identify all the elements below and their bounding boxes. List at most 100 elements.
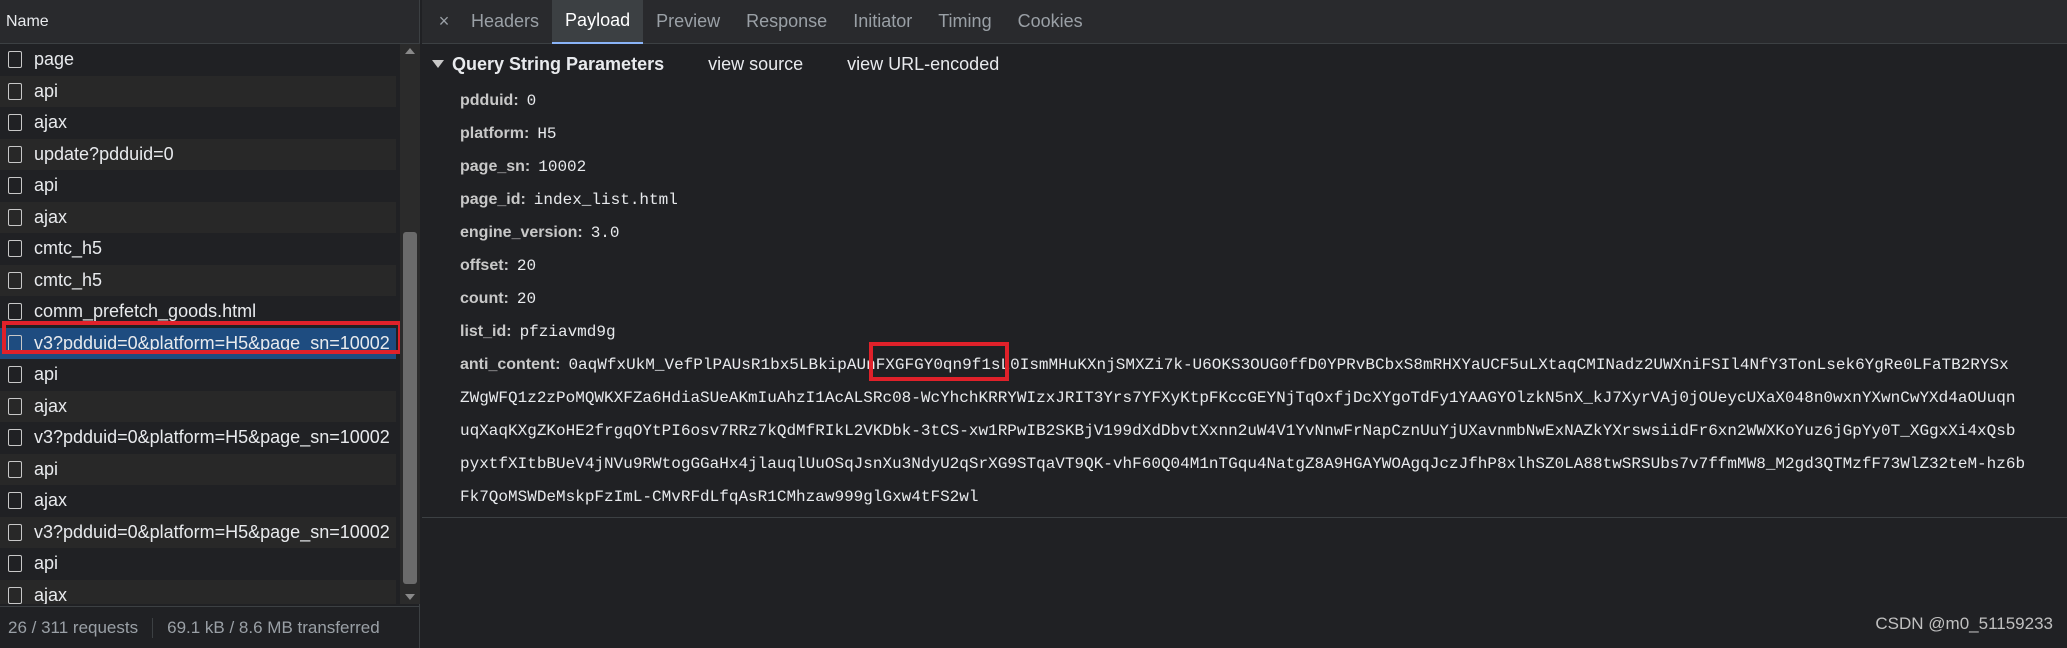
param-key: platform [460,124,524,142]
request-row[interactable]: v3?pdduid=0&platform=H5&page_sn=10002 [0,422,396,454]
param-row: engine_version:3.0 [460,216,2067,249]
request-name: cmtc_h5 [34,238,103,259]
request-name: api [34,80,59,101]
request-row[interactable]: api [0,359,396,391]
request-row[interactable]: page [0,44,396,76]
param-value[interactable]: 3.0 [591,224,620,242]
request-row[interactable]: api [0,75,396,107]
param-value-continuation[interactable]: pyxtfXItbBUeV4jNVu9RWtogGGaHx4jlauqlUuOS… [422,447,2067,480]
param-value-continuation[interactable]: uqXaqKXgZKoHE2frgqOYtPI6osv7RRz7kQdMfRIk… [422,414,2067,447]
param-row: page_id: index_list.html [460,183,2067,216]
view-url-encoded-link[interactable]: view URL-encoded [847,54,999,75]
tab-response[interactable]: Response [733,0,840,44]
param-value[interactable]: 0 [527,92,537,110]
param-row: count:20 [460,282,2067,315]
request-list-panel: Name page api ajax update?pdduid=0 api ajax cm… [0,0,420,648]
request-row[interactable]: cmtc_h5 [0,264,396,296]
request-name: cmtc_h5 [34,269,103,290]
view-source-link[interactable]: view source [708,54,803,75]
tab-initiator[interactable]: Initiator [840,0,925,44]
request-name: api [34,458,59,479]
request-type-icon [8,334,22,352]
query-string-section-header[interactable]: Query String Parameters view source view… [422,44,2067,84]
request-row[interactable]: update?pdduid=0 [0,138,396,170]
param-separator: : [524,124,530,142]
request-row[interactable]: api [0,453,396,485]
request-name: ajax [34,490,68,511]
scroll-down-arrow-icon[interactable] [405,594,415,600]
request-row[interactable]: ajax [0,485,396,517]
request-type-icon [8,51,22,69]
param-key: page_sn [460,157,525,175]
request-row[interactable]: ajax [0,579,396,604]
detail-tabs: × Headers Payload Preview Response Initiator… [422,0,2067,44]
param-value[interactable]: H5 [537,125,556,143]
request-row[interactable]: v3?pdduid=0&platform=H5&page_sn=10002 [0,516,396,548]
request-row[interactable]: ajax [0,107,396,139]
param-key: list_id [460,322,507,340]
request-row[interactable]: api [0,170,396,202]
tab-preview[interactable]: Preview [643,0,733,44]
param-value[interactable]: 0aqWfxUkM_VefPlPAUsR1bx5LBkipAUnFXGFGY0q… [568,356,2008,374]
params-divider [422,517,2067,518]
request-row[interactable]: v3?pdduid=0&platform=H5&page_sn=10002 [0,327,396,359]
request-type-icon [8,397,22,415]
scroll-thumb[interactable] [403,232,417,584]
param-separator: : [555,355,561,373]
request-type-icon [8,208,22,226]
request-name: api [34,364,59,385]
request-name: v3?pdduid=0&platform=H5&page_sn=10002 [34,332,390,353]
param-row: list_id: pfziavmd9g [460,315,2067,348]
close-icon[interactable]: × [430,11,458,32]
param-value[interactable]: 20 [517,290,536,308]
param-value[interactable]: 10002 [538,158,586,176]
request-type-icon [8,586,22,604]
request-row[interactable]: ajax [0,201,396,233]
name-column-header[interactable]: Name [0,0,419,44]
request-row[interactable]: ajax [0,390,396,422]
expand-triangle-icon[interactable] [432,60,444,68]
request-row[interactable]: cmtc_h5 [0,233,396,265]
param-key: engine_version [460,223,578,241]
request-name: api [34,175,59,196]
request-row[interactable]: api [0,548,396,580]
request-type-icon [8,366,22,384]
request-detail-panel: × Headers Payload Preview Response Initiator… [422,0,2067,648]
param-separator: : [503,289,509,307]
param-separator: : [524,157,531,175]
param-key: count [460,289,504,307]
tab-payload[interactable]: Payload [552,0,644,44]
watermark: CSDN @m0_51159233 [1875,614,2053,633]
request-name: ajax [34,112,68,133]
param-key: offset [460,256,504,274]
request-type-icon [8,145,22,163]
request-list: page api ajax update?pdduid=0 api ajax cmtc_h5… [0,44,396,604]
tab-cookies[interactable]: Cookies [1005,0,1096,44]
request-row[interactable]: comm_prefetch_goods.html [0,296,396,328]
tab-headers[interactable]: Headers [458,0,552,44]
request-type-icon [8,271,22,289]
param-value[interactable]: index_list.html [534,191,678,209]
param-value-continuation[interactable]: ZWgWFQ1z2zPoMQWKXFZa6HdiaSUeAKmIuAhzI1Ac… [422,381,2067,414]
param-separator: : [577,223,583,241]
param-value[interactable]: 20 [517,257,536,275]
request-type-icon [8,177,22,195]
request-name: ajax [34,584,68,604]
request-name: v3?pdduid=0&platform=H5&page_sn=10002 [34,427,390,448]
transfer-size: 69.1 kB / 8.6 MB transferred [167,617,380,637]
query-params: pdduid:0 platform: H5 page_sn:10002 page_id:… [422,84,2067,381]
tab-timing[interactable]: Timing [925,0,1004,44]
param-separator: : [520,190,526,208]
request-name: ajax [34,395,68,416]
request-type-icon [8,523,22,541]
scroll-up-arrow-icon[interactable] [405,48,415,54]
param-separator: : [506,322,512,340]
section-title: Query String Parameters [452,53,665,74]
param-key: anti_content [460,355,556,373]
request-list-scrollbar[interactable] [400,44,420,604]
request-type-icon [8,460,22,478]
request-type-icon [8,555,22,573]
param-row: platform: H5 [460,117,2067,150]
param-value[interactable]: pfziavmd9g [520,323,616,341]
param-value-continuation[interactable]: Fk7QoMSWDeMskpFzImL-CMvRFdLfqAsR1CMhzaw9… [422,480,2067,513]
